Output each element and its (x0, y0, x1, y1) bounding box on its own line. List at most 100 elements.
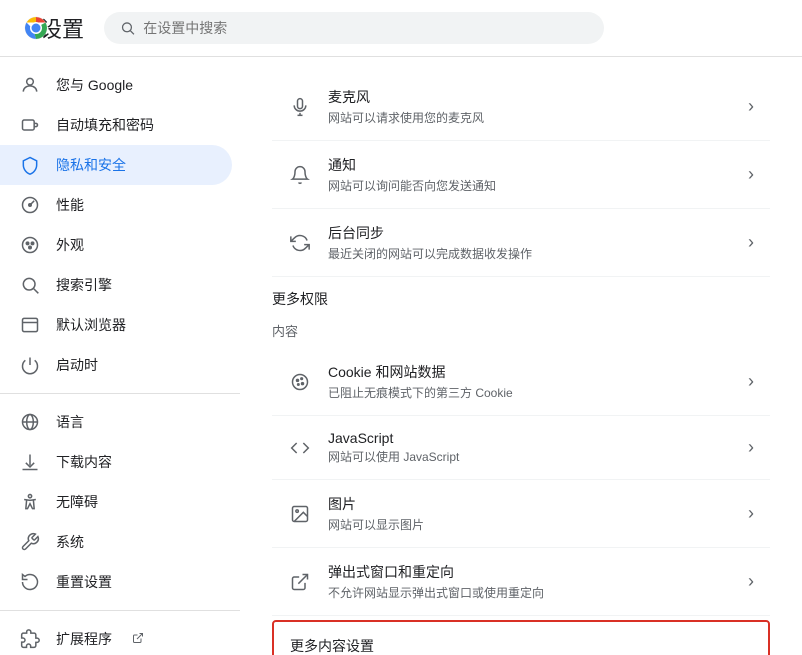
sync-desc: 最近关闭的网站可以完成数据收发操作 (328, 245, 732, 262)
code-icon (288, 436, 312, 460)
accessibility-icon (20, 492, 40, 512)
mic-icon (288, 95, 312, 119)
key-icon (20, 115, 40, 135)
popup-desc: 不允许网站显示弹出式窗口或使用重定向 (328, 584, 732, 601)
sync-title: 后台同步 (328, 223, 732, 243)
sidebar-label-extensions: 扩展程序 (56, 629, 112, 649)
sidebar-label-system: 系统 (56, 532, 84, 552)
sidebar-divider-1 (0, 393, 240, 394)
setting-text-notification: 通知 网站可以询问能否向您发送通知 (328, 155, 732, 194)
chrome-icon (20, 12, 52, 44)
setting-text-javascript: JavaScript 网站可以使用 JavaScript (328, 430, 732, 465)
more-content-settings-item[interactable]: 更多内容设置 (272, 620, 770, 655)
sidebar-item-privacy[interactable]: 隐私和安全 (0, 145, 232, 185)
chevron-right-icon-5: › (748, 437, 754, 458)
search-bar[interactable] (104, 12, 604, 44)
chevron-right-icon-3: › (748, 232, 754, 253)
sidebar-label-download: 下载内容 (56, 452, 112, 472)
more-permissions-label: 更多权限 (272, 277, 770, 313)
sidebar-item-google[interactable]: 您与 Google (0, 65, 232, 105)
cookie-desc: 已阻止无痕模式下的第三方 Cookie (328, 384, 732, 401)
setting-item-javascript[interactable]: JavaScript 网站可以使用 JavaScript › (272, 416, 770, 480)
sidebar-label-startup: 启动时 (56, 355, 98, 375)
setting-item-cookie[interactable]: Cookie 和网站数据 已阻止无痕模式下的第三方 Cookie › (272, 348, 770, 416)
javascript-desc: 网站可以使用 JavaScript (328, 448, 732, 465)
notification-title: 通知 (328, 155, 732, 175)
chevron-right-icon-7: › (748, 571, 754, 592)
setting-text-images: 图片 网站可以显示图片 (328, 494, 732, 533)
speed-icon (20, 195, 40, 215)
sidebar-item-reset[interactable]: 重置设置 (0, 562, 232, 602)
setting-text-sync: 后台同步 最近关闭的网站可以完成数据收发操作 (328, 223, 732, 262)
sidebar-item-accessibility[interactable]: 无障碍 (0, 482, 232, 522)
sidebar-label-browser: 默认浏览器 (56, 315, 126, 335)
sidebar-label-appearance: 外观 (56, 235, 84, 255)
setting-item-images[interactable]: 图片 网站可以显示图片 › (272, 480, 770, 548)
sidebar-item-system[interactable]: 系统 (0, 522, 232, 562)
sidebar-label-reset: 重置设置 (56, 572, 112, 592)
cookie-title: Cookie 和网站数据 (328, 362, 732, 382)
chevron-right-icon-4: › (748, 371, 754, 392)
sidebar-label-performance: 性能 (56, 195, 84, 215)
header: 设置 (0, 0, 802, 57)
shield-icon (20, 155, 40, 175)
javascript-title: JavaScript (328, 430, 732, 446)
content-section-label: 内容 (272, 321, 770, 340)
wrench-icon (20, 532, 40, 552)
setting-item-popup[interactable]: 弹出式窗口和重定向 不允许网站显示弹出式窗口或使用重定向 › (272, 548, 770, 616)
sidebar-item-performance[interactable]: 性能 (0, 185, 232, 225)
more-content-title: 更多内容设置 (290, 636, 752, 655)
sidebar-item-language[interactable]: 语言 (0, 402, 232, 442)
search-sidebar-icon (20, 275, 40, 295)
download-icon (20, 452, 40, 472)
bell-icon (288, 163, 312, 187)
search-icon (120, 20, 135, 36)
sidebar-item-extensions[interactable]: 扩展程序 (0, 619, 232, 655)
search-input[interactable] (143, 20, 588, 36)
reset-icon (20, 572, 40, 592)
sidebar: 您与 Google 自动填充和密码 隐私和安全 性能 外观 (0, 57, 240, 655)
sidebar-item-appearance[interactable]: 外观 (0, 225, 232, 265)
notification-desc: 网站可以询问能否向您发送通知 (328, 177, 732, 194)
popup-icon (288, 570, 312, 594)
mic-title: 麦克风 (328, 87, 732, 107)
content-area: 麦克风 网站可以请求使用您的麦克风 › 通知 网站可以询问能否向您发送通知 › … (240, 57, 802, 655)
setting-item-mic[interactable]: 麦克风 网站可以请求使用您的麦克风 › (272, 73, 770, 141)
more-content-text: 更多内容设置 (290, 636, 752, 655)
chevron-right-icon: › (748, 96, 754, 117)
sidebar-label-accessibility: 无障碍 (56, 492, 98, 512)
sidebar-item-download[interactable]: 下载内容 (0, 442, 232, 482)
sidebar-label-google: 您与 Google (56, 75, 133, 95)
sidebar-item-startup[interactable]: 启动时 (0, 345, 232, 385)
sync-icon (288, 231, 312, 255)
sidebar-item-search[interactable]: 搜索引擎 (0, 265, 232, 305)
cookie-icon (288, 370, 312, 394)
sidebar-label-autofill: 自动填充和密码 (56, 115, 154, 135)
setting-text-popup: 弹出式窗口和重定向 不允许网站显示弹出式窗口或使用重定向 (328, 562, 732, 601)
setting-item-sync[interactable]: 后台同步 最近关闭的网站可以完成数据收发操作 › (272, 209, 770, 277)
popup-title: 弹出式窗口和重定向 (328, 562, 732, 582)
sidebar-label-privacy: 隐私和安全 (56, 155, 126, 175)
setting-text-mic: 麦克风 网站可以请求使用您的麦克风 (328, 87, 732, 126)
sidebar-label-search: 搜索引擎 (56, 275, 112, 295)
power-icon (20, 355, 40, 375)
image-icon (288, 502, 312, 526)
globe-icon (20, 412, 40, 432)
chevron-right-icon-6: › (748, 503, 754, 524)
images-title: 图片 (328, 494, 732, 514)
main-layout: 您与 Google 自动填充和密码 隐私和安全 性能 外观 (0, 57, 802, 655)
sidebar-item-autofill[interactable]: 自动填充和密码 (0, 105, 232, 145)
browser-icon (20, 315, 40, 335)
mic-desc: 网站可以请求使用您的麦克风 (328, 109, 732, 126)
images-desc: 网站可以显示图片 (328, 516, 732, 533)
external-link-icon (132, 632, 144, 647)
setting-text-cookie: Cookie 和网站数据 已阻止无痕模式下的第三方 Cookie (328, 362, 732, 401)
setting-item-notification[interactable]: 通知 网站可以询问能否向您发送通知 › (272, 141, 770, 209)
palette-icon (20, 235, 40, 255)
chevron-right-icon-2: › (748, 164, 754, 185)
sidebar-item-browser[interactable]: 默认浏览器 (0, 305, 232, 345)
sidebar-label-language: 语言 (56, 412, 84, 432)
sidebar-divider-2 (0, 610, 240, 611)
extension-icon (20, 629, 40, 649)
person-icon (20, 75, 40, 95)
